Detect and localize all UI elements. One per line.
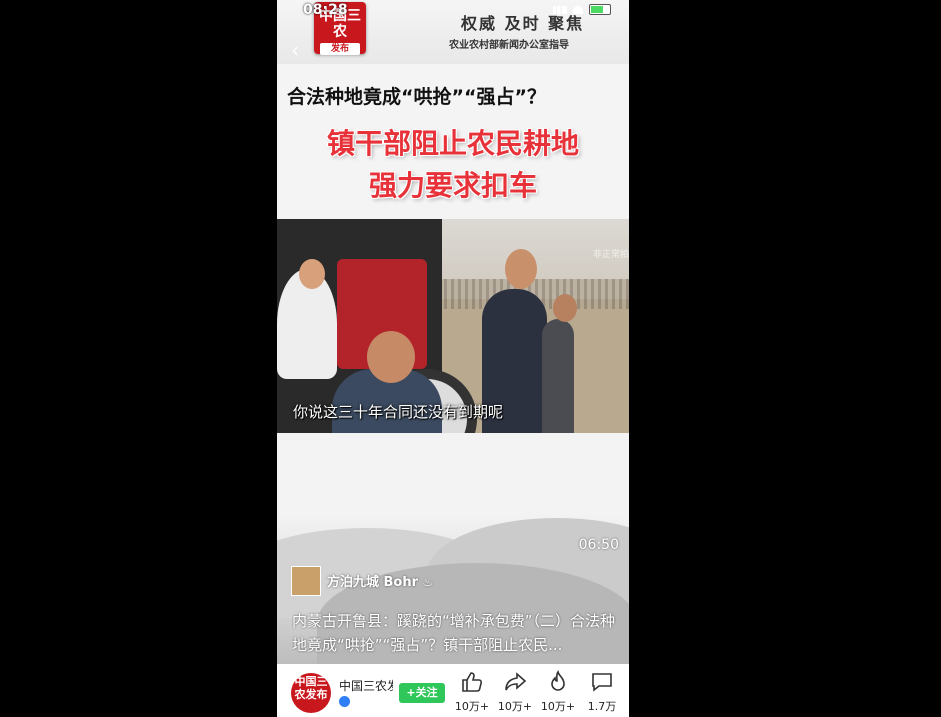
question-title: 合法种地竟成“哄抢”“强占”？ — [287, 86, 546, 108]
title-area: 合法种地竟成“哄抢”“强占”？ 镇干部阻止农民耕地 强力要求扣车 — [277, 64, 629, 219]
status-time: 08:28 — [303, 2, 348, 18]
video-watermark: 非正常拍 — [592, 250, 629, 260]
account-name[interactable]: 中国三农发 — [339, 677, 393, 694]
flame-icon: ♨ — [422, 575, 433, 589]
comment-count: 1.7万 — [587, 700, 617, 713]
share-icon — [495, 670, 535, 698]
account-avatar[interactable]: 中国三农发布 — [291, 673, 331, 713]
video-person-head — [553, 294, 577, 322]
author-name-text: 方泊九城 Bohr — [327, 575, 419, 590]
hot-count: 10万+ — [540, 700, 576, 713]
video-person-head — [299, 259, 325, 289]
headline-line-2: 强力要求扣车 — [368, 169, 537, 202]
follow-button[interactable]: +关注 — [399, 683, 445, 703]
video-person — [542, 319, 574, 433]
like-count: 10万+ — [454, 700, 490, 713]
header-guide: 农业农村部新闻办公室指导 — [449, 40, 569, 51]
headline-line-1: 镇干部阻止农民耕地 — [326, 127, 579, 160]
logo-subtext: 发布 — [320, 43, 360, 55]
video-person-head — [505, 249, 537, 289]
comment-button[interactable]: 1.7万 — [582, 670, 622, 714]
comment-icon — [582, 670, 622, 698]
video-frame[interactable]: 非正常拍 你说这三十年合同还没有到期呢 — [277, 219, 629, 433]
video-description[interactable]: 内蒙古开鲁县：蹊跷的“增补承包费”（二）合法种地竟成“哄抢”“强占”？镇干部阻止… — [292, 609, 618, 657]
thumbs-up-icon — [452, 670, 492, 698]
battery-icon — [589, 4, 611, 15]
share-button[interactable]: 10万+ — [495, 670, 535, 714]
like-button[interactable]: 10万+ — [452, 670, 492, 714]
author-avatar[interactable] — [291, 566, 321, 596]
wifi-icon — [573, 5, 583, 14]
phone-screen: 中国三农 发布 权威 及时 聚焦 农业农村部新闻办公室指导 08:28 ‹ 合法… — [277, 0, 629, 717]
author-name[interactable]: 方泊九城 Bohr ♨ — [327, 571, 433, 590]
video-subtitle: 你说这三十年合同还没有到期呢 — [293, 403, 504, 421]
video-person-head — [367, 331, 415, 383]
share-count: 10万+ — [497, 700, 533, 713]
bottom-bar: 中国三农发布 中国三农发 +关注 10万+ 10万+ 10万+ 1.7 — [277, 664, 629, 717]
header: 中国三农 发布 权威 及时 聚焦 农业农村部新闻办公室指导 08:28 ‹ — [277, 0, 629, 64]
hot-button[interactable]: 10万+ — [538, 670, 578, 714]
status-icons — [553, 4, 611, 15]
video-duration: 06:50 — [578, 537, 619, 553]
signal-icon — [553, 5, 567, 14]
verified-icon — [339, 696, 350, 707]
back-icon[interactable]: ‹ — [291, 38, 299, 62]
video-info-area: 06:50 方泊九城 Bohr ♨ 内蒙古开鲁县：蹊跷的“增补承包费”（二）合法… — [277, 433, 629, 664]
flame-icon — [538, 670, 578, 698]
